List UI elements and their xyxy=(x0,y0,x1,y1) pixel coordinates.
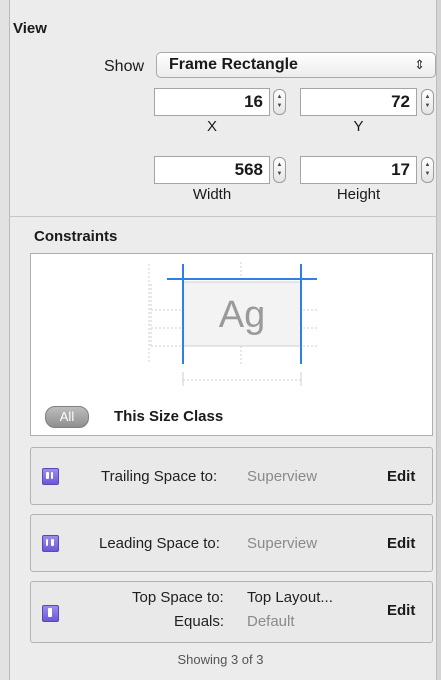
constraint-row-top[interactable]: Top Space to: Top Layout... Equals: Defa… xyxy=(30,581,433,643)
show-label: Show xyxy=(104,58,145,75)
view-section-title: View xyxy=(13,20,47,37)
constraint-row-trailing[interactable]: Trailing Space to: Superview Edit xyxy=(30,447,433,505)
section-divider xyxy=(9,216,437,217)
constraint-row-leading[interactable]: Leading Space to: Superview Edit xyxy=(30,514,433,572)
constraints-section-title: Constraints xyxy=(34,228,118,245)
top-space-icon xyxy=(42,605,59,622)
constraint-constant-value: Default xyxy=(247,613,295,630)
y-caption: Y xyxy=(353,118,364,135)
left-edge xyxy=(0,0,10,680)
show-popup-value: Frame Rectangle xyxy=(169,56,298,73)
constraint-label: Trailing Space to: xyxy=(101,468,218,485)
edit-button[interactable]: Edit xyxy=(387,535,415,552)
show-popup[interactable]: Frame Rectangle ⇕ xyxy=(156,52,436,78)
up-down-arrows-icon: ⇕ xyxy=(414,57,425,72)
constraint-label: Leading Space to: xyxy=(99,535,220,552)
preview-text: Ag xyxy=(218,294,266,336)
constraint-value: Top Layout... xyxy=(247,589,333,606)
showing-count: Showing 3 of 3 xyxy=(177,652,264,667)
x-caption: X xyxy=(206,118,217,135)
all-size-class-button[interactable]: All xyxy=(45,406,89,428)
height-caption: Height xyxy=(336,186,381,203)
constraint-value: Superview xyxy=(247,468,318,485)
size-class-label: This Size Class xyxy=(114,408,224,425)
x-field[interactable]: 16 xyxy=(154,88,270,116)
edit-button[interactable]: Edit xyxy=(387,602,415,619)
width-caption: Width xyxy=(192,186,232,203)
scrollbar-track[interactable] xyxy=(436,0,441,680)
y-stepper[interactable]: ▲ ▼ xyxy=(421,89,434,115)
trailing-space-icon xyxy=(42,468,59,485)
constraint-relation-label: Equals: xyxy=(174,613,225,630)
height-field[interactable]: 17 xyxy=(300,156,417,184)
constraints-preview: Ag All This Size Class xyxy=(30,253,433,436)
y-field[interactable]: 72 xyxy=(300,88,417,116)
constraint-value: Superview xyxy=(247,535,318,552)
leading-space-icon xyxy=(42,535,59,552)
constraint-label: Top Space to: xyxy=(132,589,224,606)
height-stepper[interactable]: ▲ ▼ xyxy=(421,157,434,183)
edit-button[interactable]: Edit xyxy=(387,468,415,485)
width-stepper[interactable]: ▲ ▼ xyxy=(273,157,286,183)
x-stepper[interactable]: ▲ ▼ xyxy=(273,89,286,115)
width-field[interactable]: 568 xyxy=(154,156,270,184)
